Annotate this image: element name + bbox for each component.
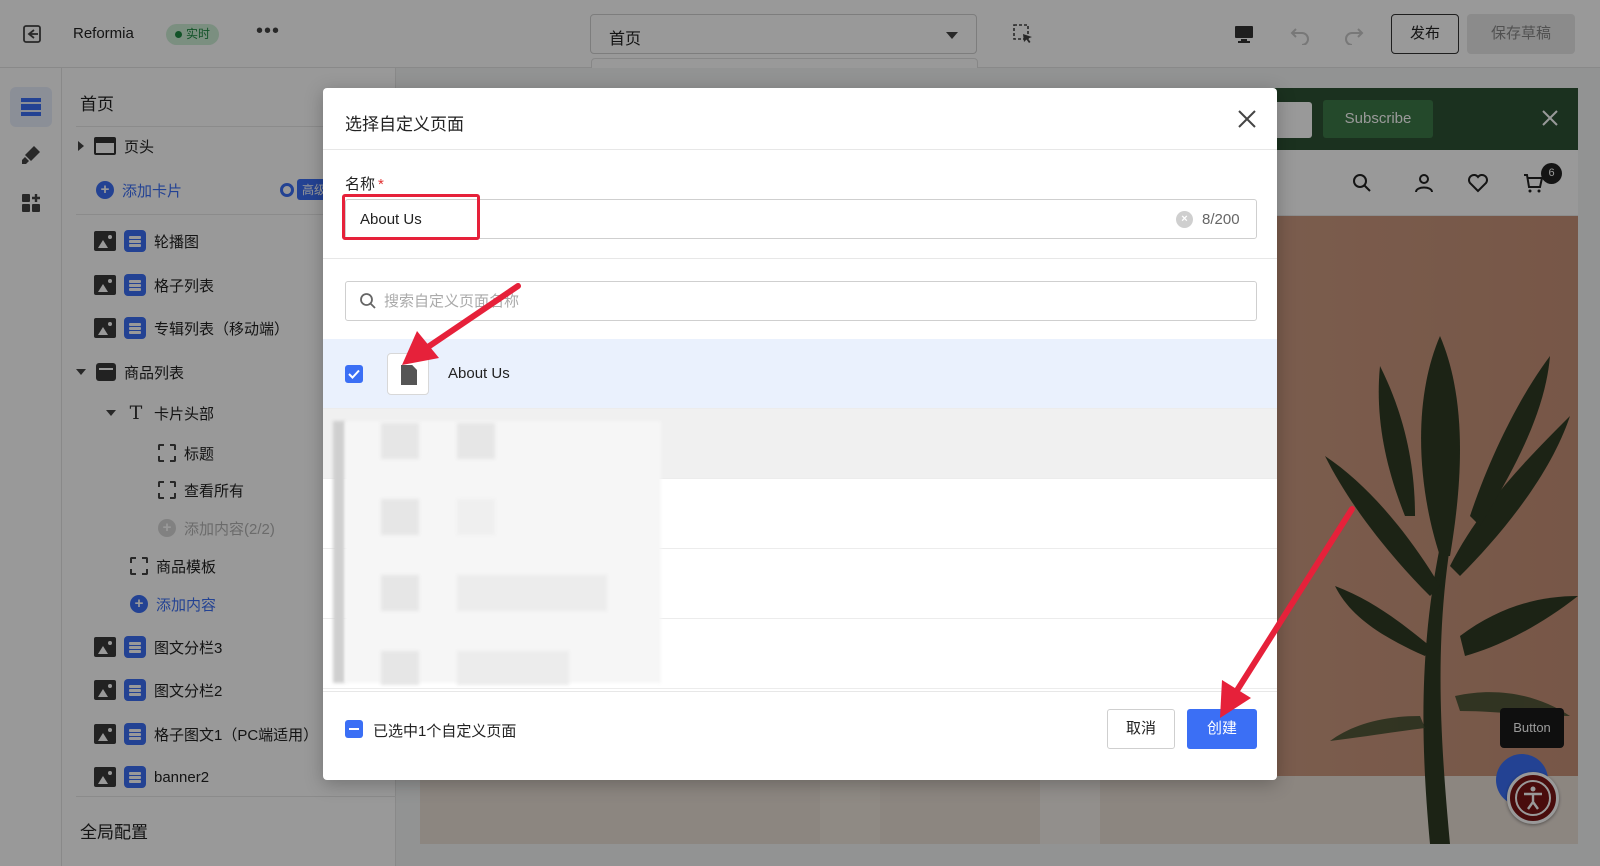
divider [323,258,1277,259]
page-thumbnail [387,353,429,395]
redacted-block [381,575,419,611]
row-checkbox[interactable] [345,365,363,383]
search-icon [360,293,376,309]
close-icon[interactable] [1236,108,1258,130]
page-search-input[interactable] [384,283,1244,319]
redacted-block [381,499,419,535]
create-button[interactable]: 创建 [1187,709,1257,749]
character-count: 8/200 [1202,211,1240,228]
page-search-field[interactable] [345,281,1257,321]
document-icon [401,365,417,385]
annotation-highlight-box [342,194,480,240]
check-icon [348,369,360,379]
page-name: About Us [448,365,510,382]
list-item[interactable]: About Us [323,339,1277,409]
redacted-block [457,499,495,535]
redacted-block [457,423,495,459]
name-field-label: 名称 * [345,173,384,194]
redacted-block [457,575,607,611]
divider [323,691,1277,692]
custom-page-list: About Us [323,339,1277,691]
redacted-block [381,423,419,459]
select-all-checkbox[interactable] [345,720,363,738]
divider [323,149,1277,150]
selection-summary: 已选中1个自定义页面 [373,723,517,740]
cancel-button[interactable]: 取消 [1107,709,1175,749]
redacted-block [381,651,419,685]
redacted-scrollbar [333,421,345,683]
redacted-block [457,651,569,685]
redacted-area [345,421,661,683]
required-mark: * [378,176,384,193]
name-input[interactable]: About Us × 8/200 [345,199,1257,239]
dialog-title: 选择自定义页面 [345,115,464,134]
select-custom-page-dialog: 选择自定义页面 名称* About Us × 8/200 About [323,88,1277,780]
clear-icon[interactable]: × [1176,211,1193,228]
name-label-text: 名称 [345,176,376,193]
